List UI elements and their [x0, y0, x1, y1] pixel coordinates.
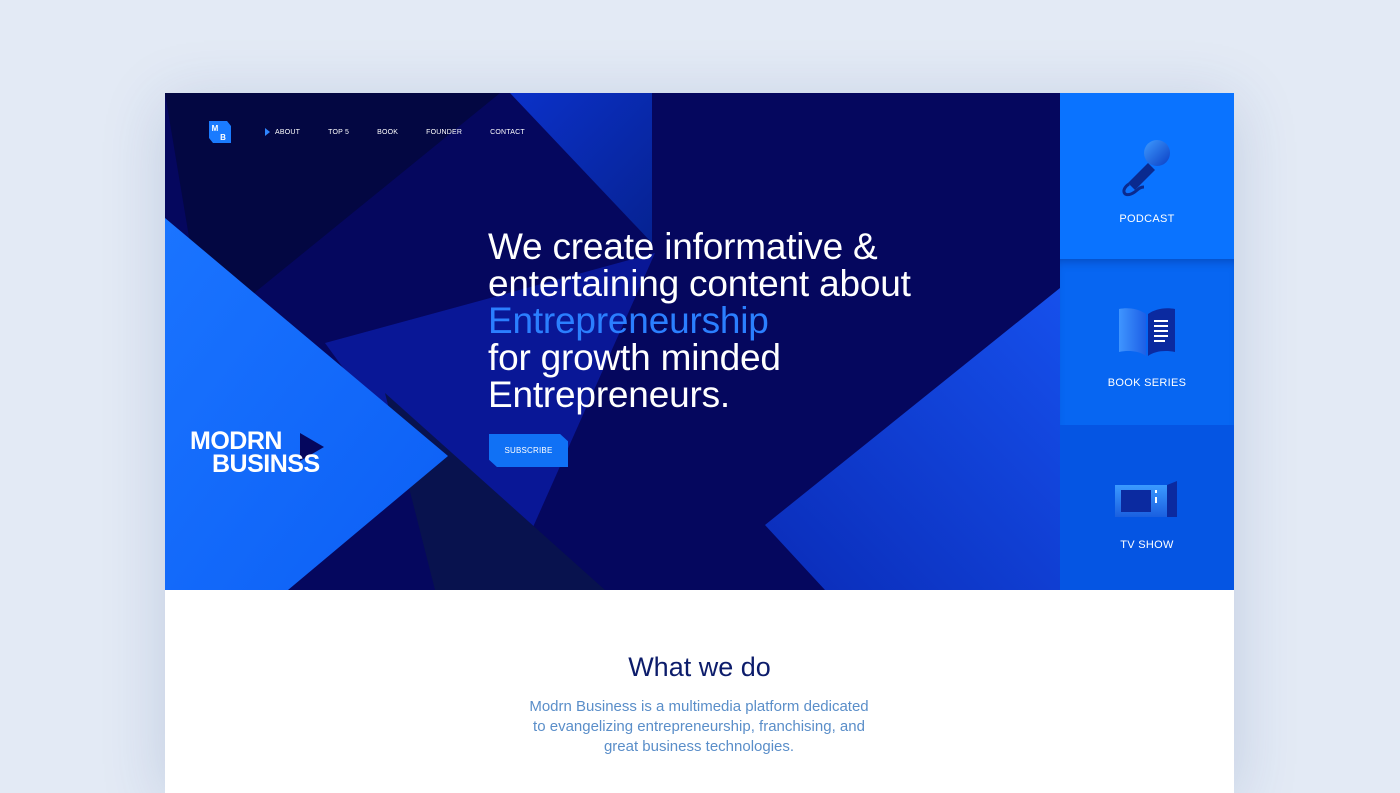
what-we-do-section: What we do Modrn Business is a multimedi…	[165, 590, 1234, 793]
tile-podcast[interactable]: PODCAST	[1060, 93, 1234, 259]
browser-page: M B About Top 5 Book Founder Contact	[165, 93, 1234, 793]
nav-item-top5[interactable]: Top 5	[328, 129, 349, 136]
hero-headline: We create informative & entertaining con…	[488, 228, 1008, 413]
description-line: to evangelizing entrepreneurship, franch…	[533, 718, 865, 735]
nav-item-contact[interactable]: Contact	[490, 129, 525, 136]
nav-item-label: Book	[377, 128, 399, 136]
tile-label: TV SHOW	[1120, 539, 1174, 551]
svg-text:M: M	[212, 124, 219, 133]
nav-item-founder[interactable]: Founder	[426, 129, 462, 136]
tv-icon	[1115, 481, 1177, 517]
hero-line: Entrepreneurs.	[488, 374, 730, 415]
nav-item-label: Top 5	[328, 128, 350, 136]
svg-text:B: B	[220, 133, 226, 142]
nav-menu: About Top 5 Book Founder Contact	[265, 128, 553, 136]
subscribe-button[interactable]: Subscribe	[489, 434, 568, 467]
nav-item-book[interactable]: Book	[377, 129, 398, 136]
mb-logo-icon[interactable]: M B	[208, 120, 232, 144]
section-title: What we do	[628, 652, 771, 682]
top-nav: M B About Top 5 Book Founder Contact	[208, 120, 553, 144]
media-sidebar: PODCAST BOOK SERIES TV SHOW	[1060, 93, 1234, 590]
tile-label: BOOK SERIES	[1107, 377, 1187, 389]
nav-item-label: Founder	[426, 128, 463, 136]
microphone-icon	[1122, 140, 1170, 197]
nav-item-label: About	[275, 128, 301, 136]
tile-book-series[interactable]: BOOK SERIES	[1060, 259, 1234, 425]
active-arrow-icon	[265, 128, 270, 136]
nav-item-about[interactable]: About	[265, 128, 301, 136]
brand-line2: BUSINSS	[212, 450, 320, 477]
hero-line: entertaining content about	[488, 263, 911, 304]
hero-line: for growth minded	[488, 337, 781, 378]
hero-section: M B About Top 5 Book Founder Contact	[165, 93, 1060, 590]
tile-tv-show[interactable]: TV SHOW	[1060, 425, 1234, 590]
description-line: great business technologies.	[603, 738, 795, 755]
tile-label: PODCAST	[1119, 213, 1175, 225]
modrn-business-logo: MODRN BUSINSS	[190, 427, 324, 477]
hero-line: We create informative &	[488, 226, 878, 267]
description-line: Modrn Business is a multimedia platform …	[529, 698, 869, 715]
nav-item-label: Contact	[490, 128, 525, 136]
hero-accent-word: Entrepreneurship	[488, 300, 769, 341]
book-icon	[1119, 308, 1175, 356]
section-description: Modrn Business is a multimedia platform …	[499, 697, 899, 757]
